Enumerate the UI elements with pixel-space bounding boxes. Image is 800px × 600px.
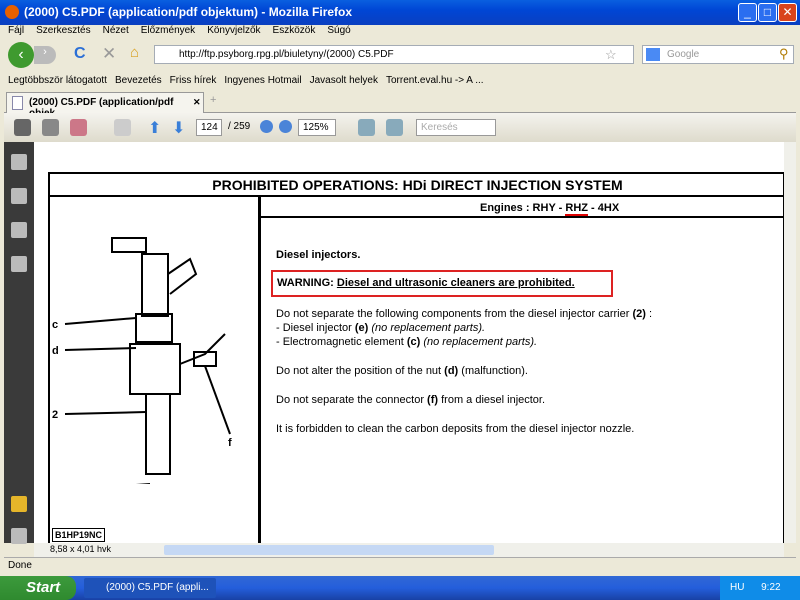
bookmark-star-icon[interactable]: ☆ [605, 47, 617, 63]
list-item-electromagnetic: - Electromagnetic element (c) (no replac… [276, 336, 538, 348]
comments-icon[interactable] [11, 496, 27, 512]
search-magnifier-icon[interactable]: ⚲ [779, 46, 789, 62]
bookmark-suggested-sites[interactable]: Javasolt helyek [310, 75, 378, 86]
status-bar: Done [4, 557, 796, 573]
new-tab-button[interactable]: + [210, 94, 216, 106]
binoculars-icon[interactable] [11, 256, 27, 272]
fit-page-icon[interactable] [386, 119, 403, 136]
firefox-icon [5, 5, 19, 19]
section-heading: Diesel injectors. [276, 249, 361, 261]
window-title: (2000) C5.PDF (application/pdf objektum)… [24, 5, 353, 19]
taskbar-item-firefox[interactable]: (2000) C5.PDF (appli... [84, 578, 216, 598]
title-bar: (2000) C5.PDF (application/pdf objektum)… [0, 0, 800, 25]
paragraph-connector: Do not separate the connector (f) from a… [276, 394, 546, 406]
engines-prefix: Engines : RHY - [480, 202, 566, 214]
clock: 9:22 [761, 582, 781, 593]
collab-icon[interactable] [114, 119, 131, 136]
menu-edit[interactable]: Szerkesztés [36, 25, 90, 39]
pdf-page: PROHIBITED OPERATIONS: HDi DIRECT INJECT… [34, 142, 784, 543]
language-indicator[interactable]: HU [730, 582, 744, 593]
pdf-toolbar: ⬆ ⬇ 124 / 259 125% Keresés [4, 113, 796, 142]
paragraph-carbon: It is forbidden to clean the carbon depo… [276, 423, 635, 435]
pages-icon[interactable] [11, 188, 27, 204]
page-number-input[interactable]: 124 [196, 119, 222, 136]
warning-label: WARNING: [277, 277, 337, 289]
zoom-in-icon[interactable] [279, 120, 292, 133]
home-icon[interactable]: ⌂ [130, 44, 139, 61]
status-text: Done [8, 560, 32, 571]
column-divider [258, 197, 261, 543]
menu-tools[interactable]: Eszközök [273, 25, 316, 39]
bookmark-latest-headlines[interactable]: Friss hírek [170, 75, 217, 86]
share-icon[interactable] [70, 119, 87, 136]
previous-page-icon[interactable]: ⬆ [148, 118, 161, 138]
warning-box: WARNING: Diesel and ultrasonic cleaners … [271, 270, 613, 297]
find-input[interactable]: Keresés [416, 119, 496, 136]
engines-suffix: - 4HX [587, 202, 620, 214]
menu-view[interactable]: Nézet [103, 25, 129, 39]
save-icon[interactable] [42, 119, 59, 136]
reload-icon[interactable]: C [74, 45, 86, 63]
url-text: http://ftp.psyborg.rpg.pl/biuletyny/(200… [179, 49, 394, 60]
page-size: 8,58 x 4,01 hvk [50, 544, 112, 554]
horizontal-scrollbar[interactable]: 8,58 x 4,01 hvk [34, 543, 784, 557]
list-item-injector: - Diesel injector (e) (no replacement pa… [276, 322, 486, 334]
warning-text: Diesel and ultrasonic cleaners are prohi… [336, 277, 575, 289]
vertical-scrollbar[interactable] [784, 142, 796, 543]
bookmarks-toolbar: Legtöbbször látogatott Bevezetés Friss h… [4, 69, 796, 91]
fit-width-icon[interactable] [358, 119, 375, 136]
stop-icon[interactable]: ✕ [102, 44, 116, 64]
tab-strip: (2000) C5.PDF (application/pdf objek... … [4, 91, 796, 119]
document-title: PROHIBITED OPERATIONS: HDi DIRECT INJECT… [50, 174, 784, 197]
zoom-out-icon[interactable] [260, 120, 273, 133]
engine-rhz: RHZ [565, 202, 588, 216]
bookmark-torrent[interactable]: Torrent.eval.hu -> A ... [386, 75, 484, 86]
document-frame: PROHIBITED OPERATIONS: HDi DIRECT INJECT… [48, 172, 784, 543]
tab-pdf[interactable]: (2000) C5.PDF (application/pdf objek... … [6, 92, 204, 119]
taskbar: Start (2000) C5.PDF (appli... HU 9:22 [0, 576, 800, 600]
fig-label-c: c [52, 319, 58, 331]
maximize-button[interactable]: □ [758, 3, 777, 22]
figure-id: B1HP19NC [52, 528, 106, 542]
back-button[interactable]: ‹ [8, 42, 34, 68]
pdf-sidebar [4, 142, 34, 544]
bookmark-most-visited[interactable]: Legtöbbször látogatott [8, 75, 107, 86]
fig-label-f: f [228, 437, 232, 449]
bookmark-hotmail[interactable]: Ingyenes Hotmail [224, 75, 301, 86]
menu-file[interactable]: Fájl [8, 25, 24, 39]
url-input[interactable]: http://ftp.psyborg.rpg.pl/biuletyny/(200… [154, 45, 634, 64]
system-tray: HU 9:22 [720, 576, 800, 600]
page-icon [12, 96, 23, 110]
forward-button[interactable]: › [34, 46, 56, 64]
fig-label-d: d [52, 345, 59, 357]
paragraph-nut: Do not alter the position of the nut (d)… [276, 365, 528, 377]
menu-bar: Fájl Szerkesztés Nézet Előzmények Könyvj… [4, 25, 796, 39]
menu-bookmarks[interactable]: Könyvjelzők [207, 25, 260, 39]
search-placeholder: Google [667, 49, 700, 60]
tab-close-icon[interactable]: ✕ [193, 97, 201, 108]
navigation-bar: ‹ › C ✕ ⌂ http://ftp.psyborg.rpg.pl/biul… [4, 39, 796, 69]
minimize-button[interactable]: _ [738, 3, 757, 22]
bookmark-getting-started[interactable]: Bevezetés [115, 75, 162, 86]
lock-icon[interactable] [11, 154, 27, 170]
attachments-icon[interactable] [11, 528, 27, 544]
paragraph-carrier: Do not separate the following components… [276, 308, 653, 320]
close-button[interactable]: ✕ [778, 3, 797, 22]
search-input[interactable]: Google ⚲ [642, 45, 794, 64]
injector-diagram: c d 2 f [52, 237, 232, 484]
google-icon[interactable] [646, 48, 660, 61]
bookmarks-panel-icon[interactable] [11, 222, 27, 238]
zoom-select[interactable]: 125% [298, 119, 336, 136]
fig-label-2: 2 [52, 409, 58, 421]
menu-history[interactable]: Előzmények [141, 25, 195, 39]
engines-line: Engines : RHY - RHZ - 4HX [261, 197, 784, 218]
page-total: / 259 [228, 121, 251, 132]
next-page-icon[interactable]: ⬇ [172, 118, 185, 138]
scroll-thumb[interactable] [164, 545, 494, 555]
start-button[interactable]: Start [0, 576, 76, 600]
find-placeholder: Keresés [421, 122, 458, 133]
menu-help[interactable]: Súgó [327, 25, 350, 39]
print-icon[interactable] [14, 119, 31, 136]
